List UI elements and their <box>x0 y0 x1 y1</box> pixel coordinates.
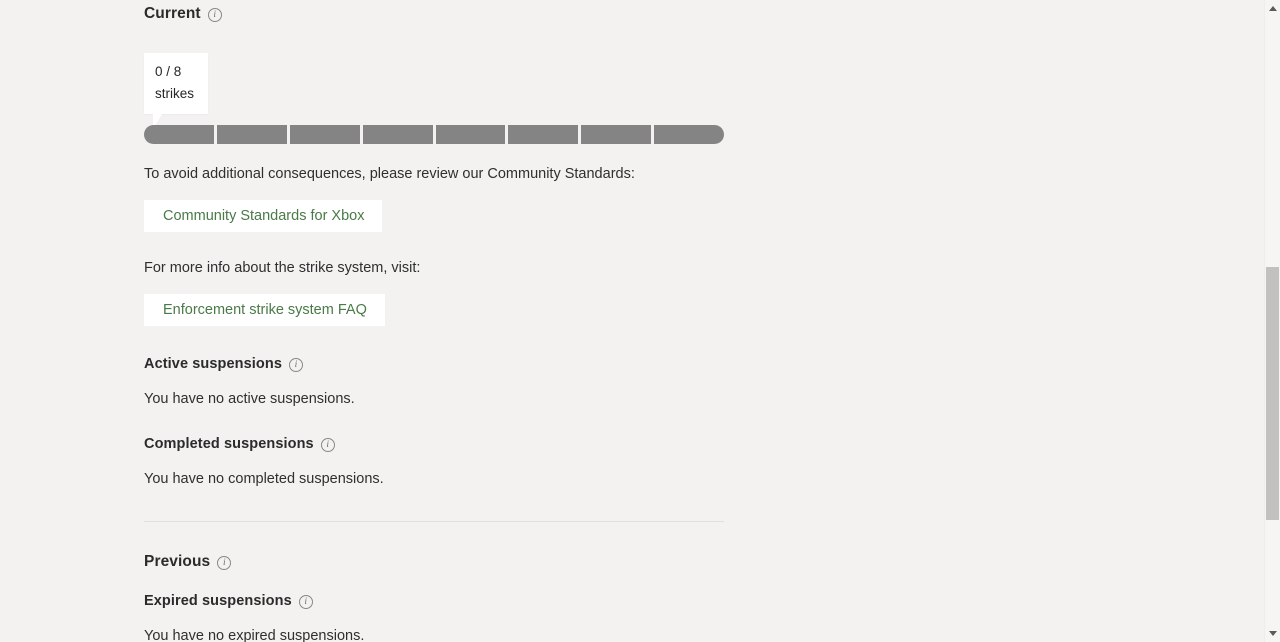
current-info-icon[interactable]: i <box>207 8 222 22</box>
strike-segment <box>654 125 724 144</box>
expired-suspensions-heading: Expired suspensions i <box>144 591 313 611</box>
community-standards-link-wrap: Community Standards for Xbox <box>144 200 383 232</box>
previous-info-icon[interactable]: i <box>217 556 232 570</box>
expired-suspensions-title: Expired suspensions <box>144 593 292 609</box>
strike-segment <box>362 125 433 144</box>
strike-meter <box>144 125 724 144</box>
scroll-up-arrow-icon[interactable] <box>1265 0 1280 17</box>
community-standards-prompt: To avoid additional consequences, please… <box>144 166 635 182</box>
community-standards-link[interactable]: Community Standards for Xbox <box>144 200 383 232</box>
strike-segment <box>581 125 652 144</box>
previous-title: Previous <box>144 553 211 570</box>
current-title: Current <box>144 5 201 22</box>
scroll-down-arrow-icon[interactable] <box>1265 625 1280 642</box>
completed-suspensions-heading: Completed suspensions i <box>144 434 335 454</box>
strike-segment <box>289 125 360 144</box>
section-divider <box>144 521 724 522</box>
expired-suspensions-info-icon[interactable]: i <box>298 595 313 609</box>
strike-segment <box>508 125 579 144</box>
completed-suspensions-body: You have no completed suspensions. <box>144 471 384 487</box>
expired-suspensions-body: You have no expired suspensions. <box>144 628 365 642</box>
scrollbar-thumb[interactable] <box>1266 267 1279 520</box>
previous-section-heading: Previous i <box>144 552 232 572</box>
enforcement-faq-link[interactable]: Enforcement strike system FAQ <box>144 294 385 326</box>
strike-segment <box>144 125 214 144</box>
active-suspensions-body: You have no active suspensions. <box>144 391 355 407</box>
strike-count-bubble: 0 / 8 strikes <box>144 53 208 129</box>
faq-link-wrap: Enforcement strike system FAQ <box>144 294 385 326</box>
strike-count-value: 0 / 8 <box>155 64 182 79</box>
strike-segment <box>216 125 287 144</box>
completed-suspensions-title: Completed suspensions <box>144 436 314 452</box>
faq-prompt: For more info about the strike system, v… <box>144 260 421 276</box>
vertical-scrollbar[interactable] <box>1264 0 1280 642</box>
page-content-area: Current i 0 / 8 strikes To avoid additio… <box>0 0 1264 642</box>
active-suspensions-info-icon[interactable]: i <box>289 358 303 372</box>
strike-count-unit: strikes <box>155 86 195 101</box>
active-suspensions-title: Active suspensions <box>144 356 282 372</box>
completed-suspensions-info-icon[interactable]: i <box>320 438 335 452</box>
strike-segment <box>435 125 506 144</box>
strike-count-callout: 0 / 8 strikes <box>144 53 208 129</box>
current-section-heading: Current i <box>144 4 222 24</box>
active-suspensions-heading: Active suspensions i <box>144 354 303 374</box>
